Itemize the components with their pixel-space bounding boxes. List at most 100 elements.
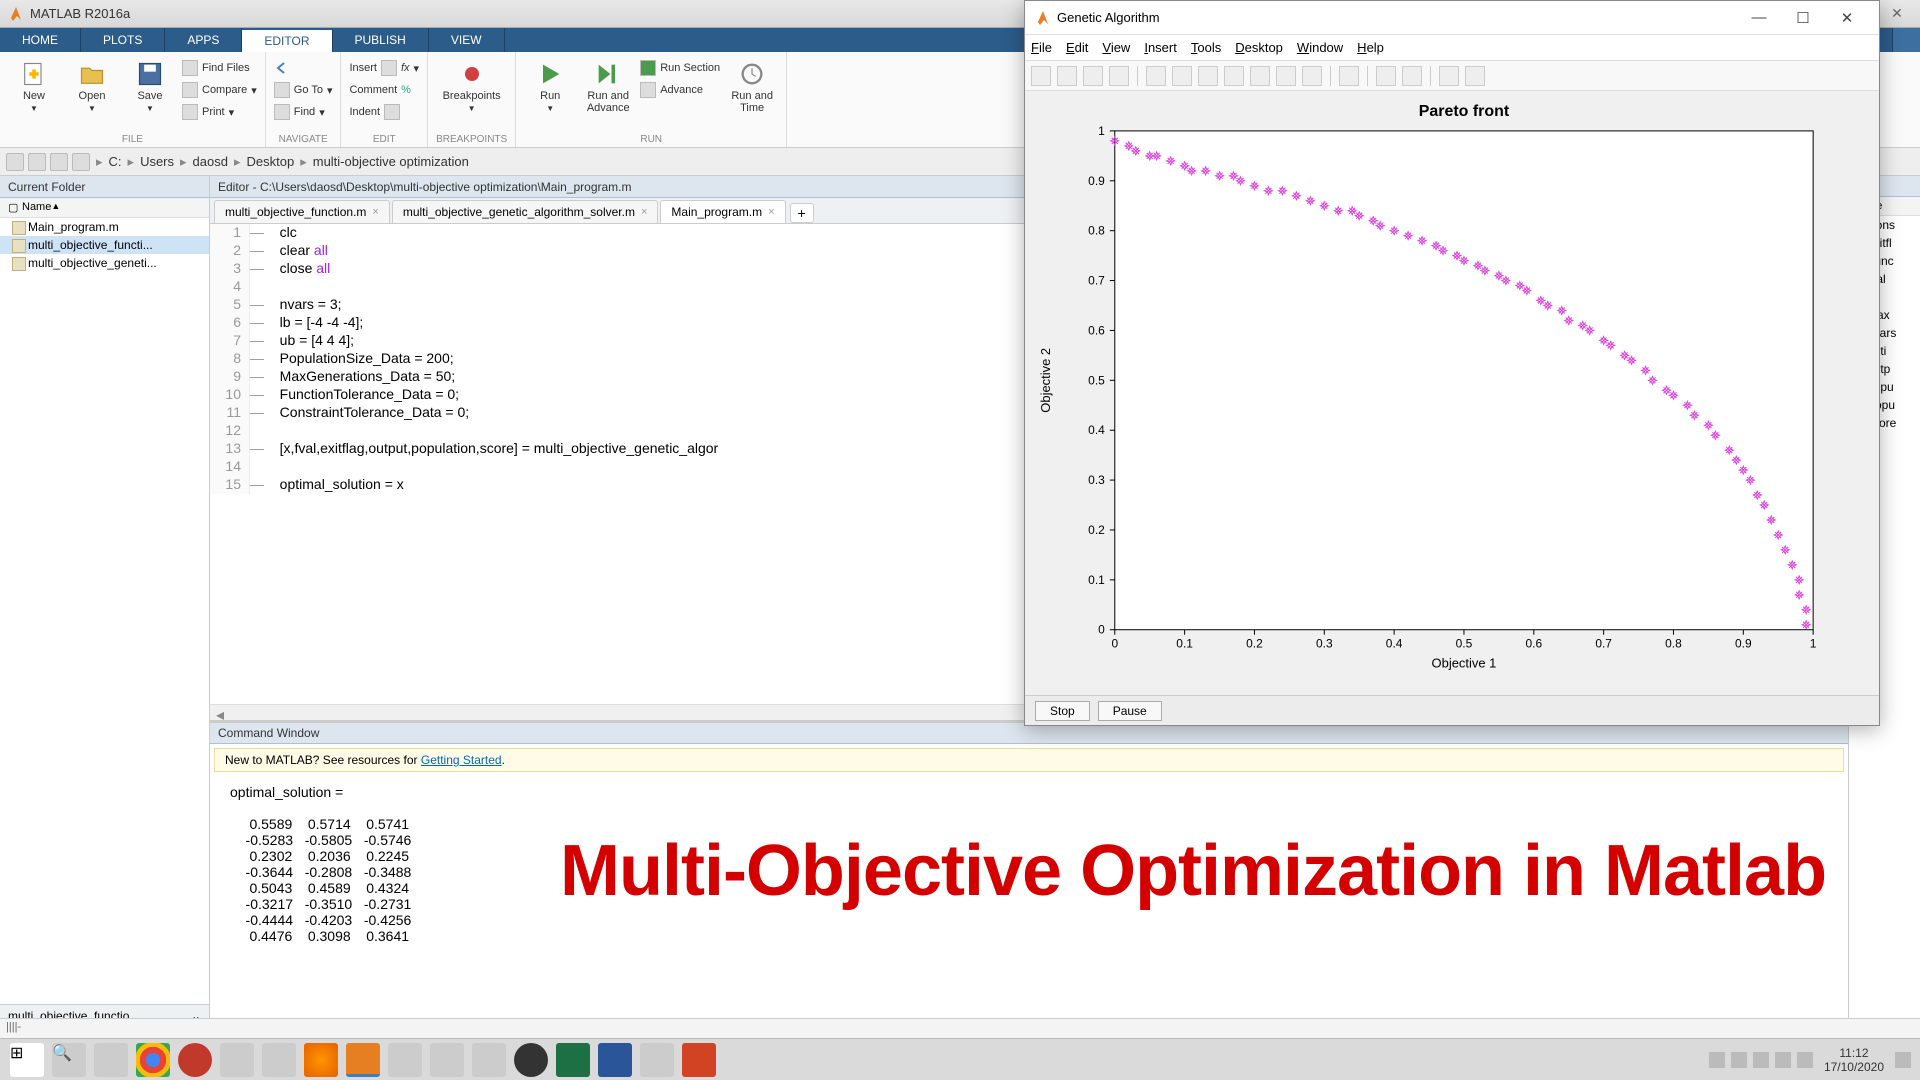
paint-icon[interactable] (640, 1043, 674, 1077)
figure-titlebar[interactable]: Genetic Algorithm — ☐ ✕ (1025, 1, 1879, 35)
close-tab-icon[interactable]: × (641, 206, 647, 218)
word-icon[interactable] (598, 1043, 632, 1077)
colorbar-icon[interactable] (1376, 66, 1396, 86)
comment-button[interactable]: Comment % (349, 80, 419, 100)
menu-help[interactable]: Help (1357, 40, 1384, 55)
close-tab-icon[interactable]: × (372, 206, 378, 218)
obs-icon[interactable] (514, 1043, 548, 1077)
print-button[interactable]: Print ▾ (182, 102, 257, 122)
zoom-in-icon[interactable] (1172, 66, 1192, 86)
taskview-icon[interactable] (94, 1043, 128, 1077)
menu-view[interactable]: View (1102, 40, 1130, 55)
app-icon[interactable] (220, 1043, 254, 1077)
taskbar-clock[interactable]: 11:1217/10/2020 (1816, 1046, 1892, 1074)
matlab-icon[interactable] (346, 1043, 380, 1077)
datatip-icon[interactable] (1276, 66, 1296, 86)
nav-fwd-icon[interactable] (28, 153, 46, 171)
tray-wifi-icon[interactable] (1775, 1052, 1791, 1068)
open-button[interactable]: Open▼ (66, 58, 118, 113)
close-tab-icon[interactable]: × (768, 206, 774, 218)
open-icon[interactable] (1057, 66, 1077, 86)
advance-button[interactable]: Advance (640, 80, 720, 100)
tab-home[interactable]: HOME (0, 28, 81, 52)
legend-icon[interactable] (1402, 66, 1422, 86)
new-figure-icon[interactable] (1031, 66, 1051, 86)
tab-apps[interactable]: APPS (165, 28, 242, 52)
crumb[interactable]: Users (140, 154, 174, 169)
editor-tab[interactable]: multi_objective_genetic_algorithm_solver… (392, 200, 659, 223)
run-advance-button[interactable]: Run and Advance (582, 58, 634, 114)
tray-volume-icon[interactable] (1797, 1052, 1813, 1068)
tab-publish[interactable]: PUBLISH (333, 28, 429, 52)
rotate-icon[interactable] (1250, 66, 1270, 86)
tray-onedrive-icon[interactable] (1731, 1052, 1747, 1068)
nav-back-button[interactable] (274, 58, 333, 78)
record-icon[interactable] (178, 1043, 212, 1077)
menu-edit[interactable]: Edit (1066, 40, 1088, 55)
nav-folder-icon[interactable] (72, 153, 90, 171)
find-button[interactable]: Find ▾ (274, 102, 333, 122)
file-item[interactable]: multi_objective_geneti... (0, 254, 209, 272)
app-icon[interactable] (430, 1043, 464, 1077)
save-button[interactable]: Save▼ (124, 58, 176, 113)
nav-up-icon[interactable] (50, 153, 68, 171)
menu-tools[interactable]: Tools (1191, 40, 1221, 55)
excel-icon[interactable] (556, 1043, 590, 1077)
undock-icon[interactable] (1465, 66, 1485, 86)
fig-close-button[interactable]: ✕ (1825, 9, 1869, 27)
menu-window[interactable]: Window (1297, 40, 1343, 55)
powerpoint-icon[interactable] (682, 1043, 716, 1077)
brush-icon[interactable] (1302, 66, 1322, 86)
compare-button[interactable]: Compare ▾ (182, 80, 257, 100)
breakpoints-button[interactable]: Breakpoints▼ (446, 58, 498, 113)
editor-tab[interactable]: multi_objective_function.m× (214, 200, 390, 223)
dock-icon[interactable] (1439, 66, 1459, 86)
nav-back-icon[interactable] (6, 153, 24, 171)
start-button[interactable]: ⊞ (10, 1043, 44, 1077)
indent-button[interactable]: Indent (349, 102, 419, 122)
insert-button[interactable]: Insert fx ▾ (349, 58, 419, 78)
tab-view[interactable]: VIEW (429, 28, 505, 52)
crumb[interactable]: C: (109, 154, 122, 169)
chrome-icon[interactable] (136, 1043, 170, 1077)
crumb[interactable]: daosd (193, 154, 228, 169)
tray-battery-icon[interactable] (1753, 1052, 1769, 1068)
search-icon[interactable] (1892, 28, 1920, 52)
cf-col-name[interactable]: Name (22, 201, 51, 214)
crumb[interactable]: Desktop (247, 154, 295, 169)
menu-file[interactable]: File (1031, 40, 1052, 55)
save-icon[interactable] (1083, 66, 1103, 86)
tray-notifications-icon[interactable] (1895, 1052, 1911, 1068)
tab-editor[interactable]: EDITOR (242, 28, 332, 52)
menu-desktop[interactable]: Desktop (1235, 40, 1283, 55)
run-section-button[interactable]: Run Section (640, 58, 720, 78)
file-item[interactable]: Main_program.m (0, 218, 209, 236)
link-icon[interactable] (1339, 66, 1359, 86)
new-button[interactable]: New▼ (8, 58, 60, 113)
zoom-out-icon[interactable] (1198, 66, 1218, 86)
app-icon[interactable] (472, 1043, 506, 1077)
command-output[interactable]: optimal_solution = 0.5589 0.5714 0.5741 … (210, 776, 1848, 1050)
find-files-button[interactable]: Find Files (182, 58, 257, 78)
print-icon[interactable] (1109, 66, 1129, 86)
close-button[interactable]: ✕ (1882, 5, 1912, 22)
run-time-button[interactable]: Run and Time (726, 58, 778, 114)
tray-chevron-icon[interactable] (1709, 1052, 1725, 1068)
search-icon[interactable]: 🔍 (52, 1043, 86, 1077)
editor-tab[interactable]: Main_program.m× (660, 200, 785, 223)
run-button[interactable]: Run▼ (524, 58, 576, 113)
stop-button[interactable]: Stop (1035, 701, 1090, 721)
menu-insert[interactable]: Insert (1144, 40, 1177, 55)
figure-axes[interactable]: Pareto front00.10.20.30.40.50.60.70.80.9… (1025, 91, 1879, 695)
getting-started-link[interactable]: Getting Started (421, 753, 502, 767)
brave-icon[interactable] (262, 1043, 296, 1077)
fig-maximize-button[interactable]: ☐ (1781, 9, 1825, 27)
file-item[interactable]: multi_objective_functi... (0, 236, 209, 254)
tab-plots[interactable]: PLOTS (81, 28, 165, 52)
goto-button[interactable]: Go To ▾ (274, 80, 333, 100)
pause-button[interactable]: Pause (1098, 701, 1162, 721)
pointer-icon[interactable] (1146, 66, 1166, 86)
app-icon[interactable] (388, 1043, 422, 1077)
crumb[interactable]: multi-objective optimization (313, 154, 469, 169)
new-tab-button[interactable]: + (790, 203, 814, 223)
